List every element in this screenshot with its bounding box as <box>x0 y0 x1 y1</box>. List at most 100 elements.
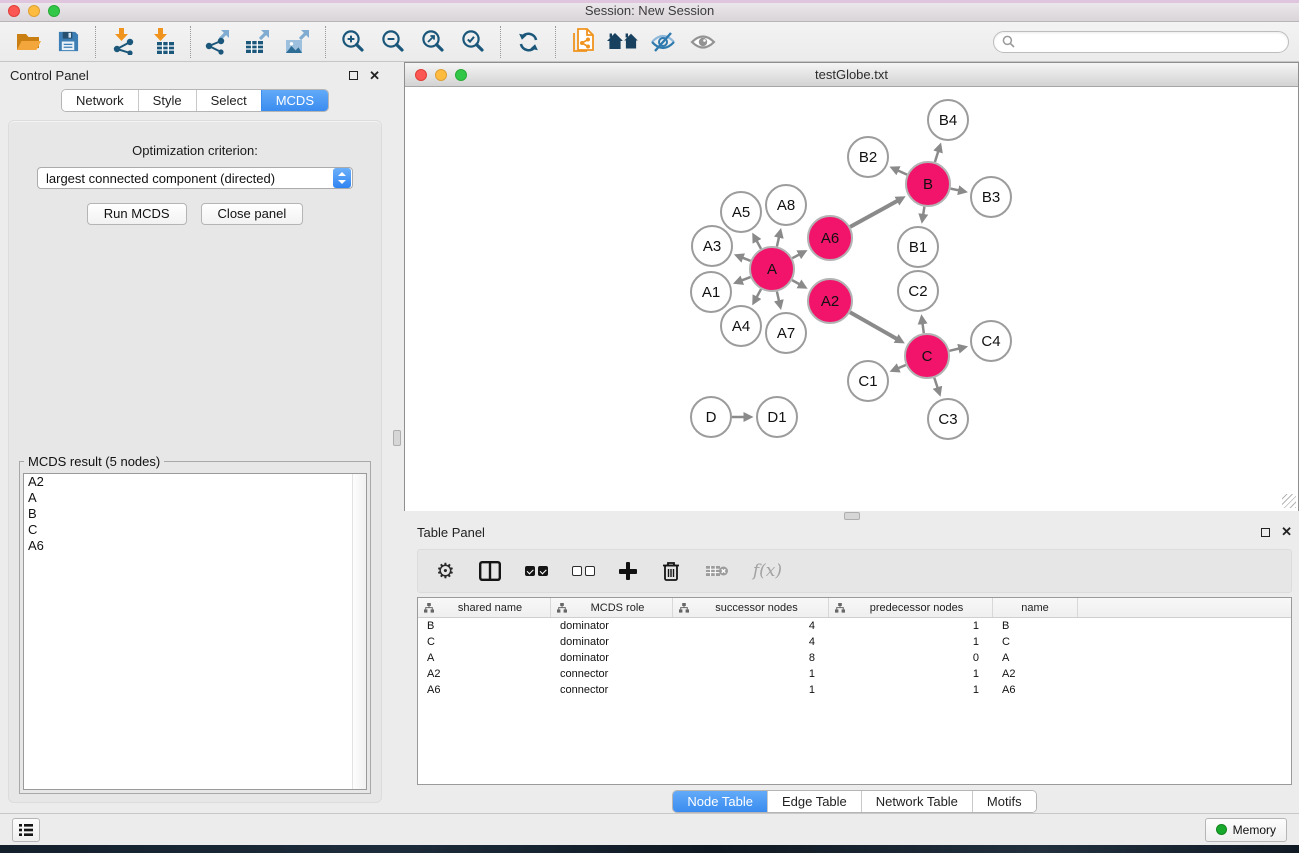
tab-node-table[interactable]: Node Table <box>673 791 767 812</box>
node-C1[interactable]: C1 <box>847 360 889 402</box>
table-row[interactable]: Cdominator41C <box>418 634 1291 650</box>
table-row[interactable]: Adominator80A <box>418 650 1291 666</box>
node-C3[interactable]: C3 <box>927 398 969 440</box>
mcds-result-item[interactable]: C <box>24 522 366 538</box>
node-D[interactable]: D <box>690 396 732 438</box>
zoom-selected-icon[interactable] <box>453 24 493 60</box>
mcds-result-groupbox: MCDS result (5 nodes) A2ABCA6 <box>19 461 371 794</box>
node-A4[interactable]: A4 <box>720 305 762 347</box>
settings-icon[interactable]: ⚙ <box>436 561 455 581</box>
import-network-icon[interactable] <box>103 24 143 60</box>
close-window-button[interactable] <box>8 5 20 17</box>
home-view-icon[interactable] <box>603 24 643 60</box>
node-A2[interactable]: A2 <box>807 278 853 324</box>
node-C[interactable]: C <box>904 333 950 379</box>
tab-style[interactable]: Style <box>138 90 196 111</box>
tab-select[interactable]: Select <box>196 90 261 111</box>
tab-network-table[interactable]: Network Table <box>861 791 972 812</box>
horizontal-splitter-grip[interactable] <box>844 512 860 520</box>
add-column-icon[interactable] <box>619 562 637 580</box>
mcds-result-item[interactable]: B <box>24 506 366 522</box>
export-image-icon[interactable] <box>278 24 318 60</box>
node-A6[interactable]: A6 <box>807 215 853 261</box>
node-B2[interactable]: B2 <box>847 136 889 178</box>
minimize-network-button[interactable] <box>435 69 447 81</box>
node-A3[interactable]: A3 <box>691 225 733 267</box>
table-row[interactable]: Bdominator41B <box>418 618 1291 634</box>
node-C4[interactable]: C4 <box>970 320 1012 362</box>
table-row[interactable]: A6connector11A6 <box>418 682 1291 698</box>
close-network-button[interactable] <box>415 69 427 81</box>
node-A[interactable]: A <box>749 246 795 292</box>
search-input[interactable] <box>1020 35 1280 49</box>
save-session-icon[interactable] <box>48 24 88 60</box>
table-cell: A6 <box>993 684 1078 696</box>
open-session-icon[interactable] <box>8 24 48 60</box>
zoom-out-icon[interactable] <box>373 24 413 60</box>
splitter-grip[interactable] <box>393 430 401 446</box>
mcds-result-item[interactable]: A6 <box>24 538 366 554</box>
node-B4[interactable]: B4 <box>927 99 969 141</box>
node-A7[interactable]: A7 <box>765 312 807 354</box>
table-cell: dominator <box>551 620 673 632</box>
delete-columns-icon[interactable] <box>661 560 681 582</box>
column-header-filler <box>1078 598 1291 617</box>
resize-grip-icon[interactable] <box>1282 494 1296 508</box>
network-canvas[interactable]: B4 B2 B B3 A8A5 A6 A3 B1 A C2 A1 A2 A4A7 C4 C C1 C3 D D1 <box>405 87 1298 511</box>
close-panel-icon[interactable]: ✕ <box>369 71 380 81</box>
node-A1[interactable]: A1 <box>690 271 732 313</box>
zoom-fit-icon[interactable] <box>413 24 453 60</box>
select-all-columns-icon[interactable] <box>525 566 548 576</box>
criterion-dropdown[interactable]: largest connected component (directed) <box>37 167 353 189</box>
tab-network[interactable]: Network <box>62 90 138 111</box>
column-header-name[interactable]: name <box>993 598 1078 617</box>
node-B3[interactable]: B3 <box>970 176 1012 218</box>
node-B[interactable]: B <box>905 161 951 207</box>
minimize-window-button[interactable] <box>28 5 40 17</box>
node-C2[interactable]: C2 <box>897 270 939 312</box>
apply-function-icon[interactable]: f(x) <box>753 561 782 581</box>
zoom-window-button[interactable] <box>48 5 60 17</box>
delete-table-icon[interactable] <box>705 563 729 579</box>
node-B1[interactable]: B1 <box>897 226 939 268</box>
column-header-mcds-role[interactable]: MCDS role <box>551 598 673 617</box>
column-header-predecessor-nodes[interactable]: predecessor nodes <box>829 598 993 617</box>
export-table-icon[interactable] <box>238 24 278 60</box>
split-view-icon[interactable] <box>479 561 501 581</box>
tab-mcds[interactable]: MCDS <box>261 90 328 111</box>
float-table-panel-icon[interactable] <box>1261 528 1270 537</box>
zoom-network-button[interactable] <box>455 69 467 81</box>
dropdown-stepper-icon <box>333 168 351 188</box>
toolbar-separator <box>500 26 501 58</box>
node-A5[interactable]: A5 <box>720 191 762 233</box>
show-details-icon[interactable] <box>683 24 723 60</box>
hide-details-icon[interactable] <box>643 24 683 60</box>
refresh-layout-icon[interactable] <box>508 24 548 60</box>
panel-splitter[interactable] <box>390 62 404 813</box>
node-table: shared nameMCDS rolesuccessor nodesprede… <box>417 597 1292 785</box>
task-history-button[interactable] <box>12 818 40 842</box>
node-A8[interactable]: A8 <box>765 184 807 226</box>
column-header-successor-nodes[interactable]: successor nodes <box>673 598 829 617</box>
node-D1[interactable]: D1 <box>756 396 798 438</box>
scrollbar[interactable] <box>352 474 366 789</box>
search-field[interactable] <box>993 31 1289 53</box>
export-network-icon[interactable] <box>198 24 238 60</box>
memory-button[interactable]: Memory <box>1205 818 1287 842</box>
tab-motifs[interactable]: Motifs <box>972 791 1036 812</box>
close-panel-button[interactable]: Close panel <box>201 203 304 225</box>
import-table-icon[interactable] <box>143 24 183 60</box>
run-mcds-button[interactable]: Run MCDS <box>87 203 187 225</box>
network-from-file-icon[interactable] <box>563 24 603 60</box>
network-window-titlebar: testGlobe.txt <box>405 63 1298 87</box>
deselect-all-columns-icon[interactable] <box>572 566 595 576</box>
mcds-result-item[interactable]: A <box>24 490 366 506</box>
table-row[interactable]: A2connector11A2 <box>418 666 1291 682</box>
close-table-panel-icon[interactable]: ✕ <box>1281 527 1292 537</box>
float-panel-icon[interactable] <box>349 71 358 80</box>
tab-edge-table[interactable]: Edge Table <box>767 791 861 812</box>
zoom-in-icon[interactable] <box>333 24 373 60</box>
mcds-result-legend: MCDS result (5 nodes) <box>24 454 164 469</box>
mcds-result-item[interactable]: A2 <box>24 474 366 490</box>
column-header-shared-name[interactable]: shared name <box>418 598 551 617</box>
